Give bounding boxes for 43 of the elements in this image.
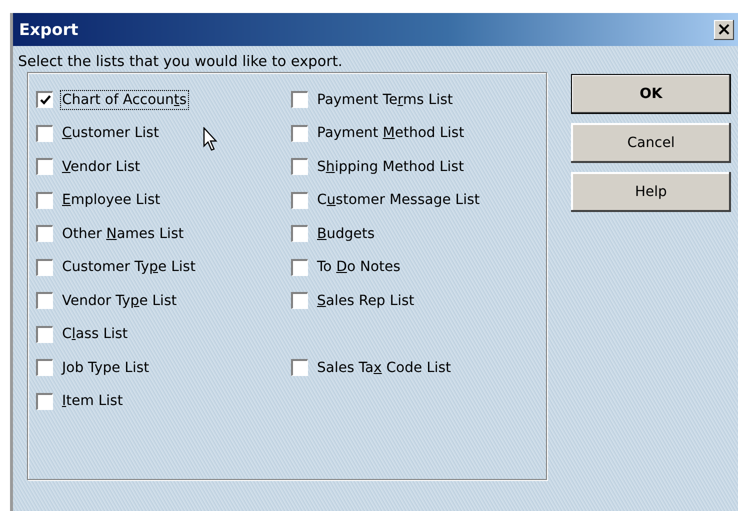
checkbox-label[interactable]: Customer Type List [61, 258, 197, 276]
checkbox-label[interactable]: Other Names List [61, 224, 185, 243]
checkbox-label[interactable]: Job Type List [61, 358, 150, 377]
window-title: Export [19, 20, 78, 39]
checkbox-label[interactable]: To Do Notes [316, 258, 402, 276]
checkbox-label[interactable]: Item List [61, 392, 124, 410]
checkbox-label[interactable]: Vendor List [61, 158, 142, 176]
checkbox-label[interactable]: Sales Tax Code List [316, 358, 452, 377]
checkbox[interactable] [291, 258, 308, 276]
dialog-button[interactable]: Cancel [571, 123, 731, 163]
checkbox[interactable] [291, 192, 308, 209]
checkbox[interactable] [291, 225, 308, 242]
checkbox-label[interactable]: Employee List [61, 191, 162, 210]
checkbox[interactable] [36, 292, 53, 310]
checkbox[interactable] [291, 158, 308, 176]
checkbox-label[interactable]: Budgets [316, 224, 376, 243]
checkbox[interactable] [291, 292, 308, 310]
checkbox-label[interactable]: Payment Method List [316, 124, 466, 142]
checkbox[interactable] [291, 124, 308, 142]
checkbox-label[interactable]: Vendor Type List [61, 292, 178, 310]
checkbox[interactable] [36, 124, 53, 142]
checkbox-label[interactable]: Customer List [61, 124, 160, 142]
checkbox[interactable] [291, 359, 308, 376]
checkbox[interactable] [36, 392, 53, 410]
checkbox-label[interactable]: Payment Terms List [316, 90, 454, 109]
instruction-text: Select the lists that you would like to export. [18, 54, 344, 72]
close-button[interactable]: × [714, 20, 734, 40]
checkbox-label[interactable]: Chart of Accounts [61, 90, 188, 109]
checkbox[interactable] [36, 258, 53, 276]
checkbox[interactable] [36, 192, 53, 209]
checkbox[interactable] [36, 326, 53, 343]
dialog-button[interactable]: Help [571, 172, 731, 212]
checkbox[interactable] [36, 225, 53, 242]
dialog-button[interactable]: OK [571, 74, 731, 114]
checkbox-label[interactable]: Sales Rep List [316, 292, 416, 310]
checkbox-label[interactable]: Customer Message List [316, 191, 481, 210]
checkbox-label[interactable]: Shipping Method List [316, 158, 465, 176]
checkbox-label[interactable]: Class List [61, 325, 129, 344]
checkbox[interactable] [36, 359, 53, 376]
checkbox[interactable] [36, 158, 53, 176]
checkbox[interactable] [291, 91, 308, 108]
mouse-pointer-icon [203, 127, 220, 153]
checkbox[interactable] [36, 91, 53, 108]
